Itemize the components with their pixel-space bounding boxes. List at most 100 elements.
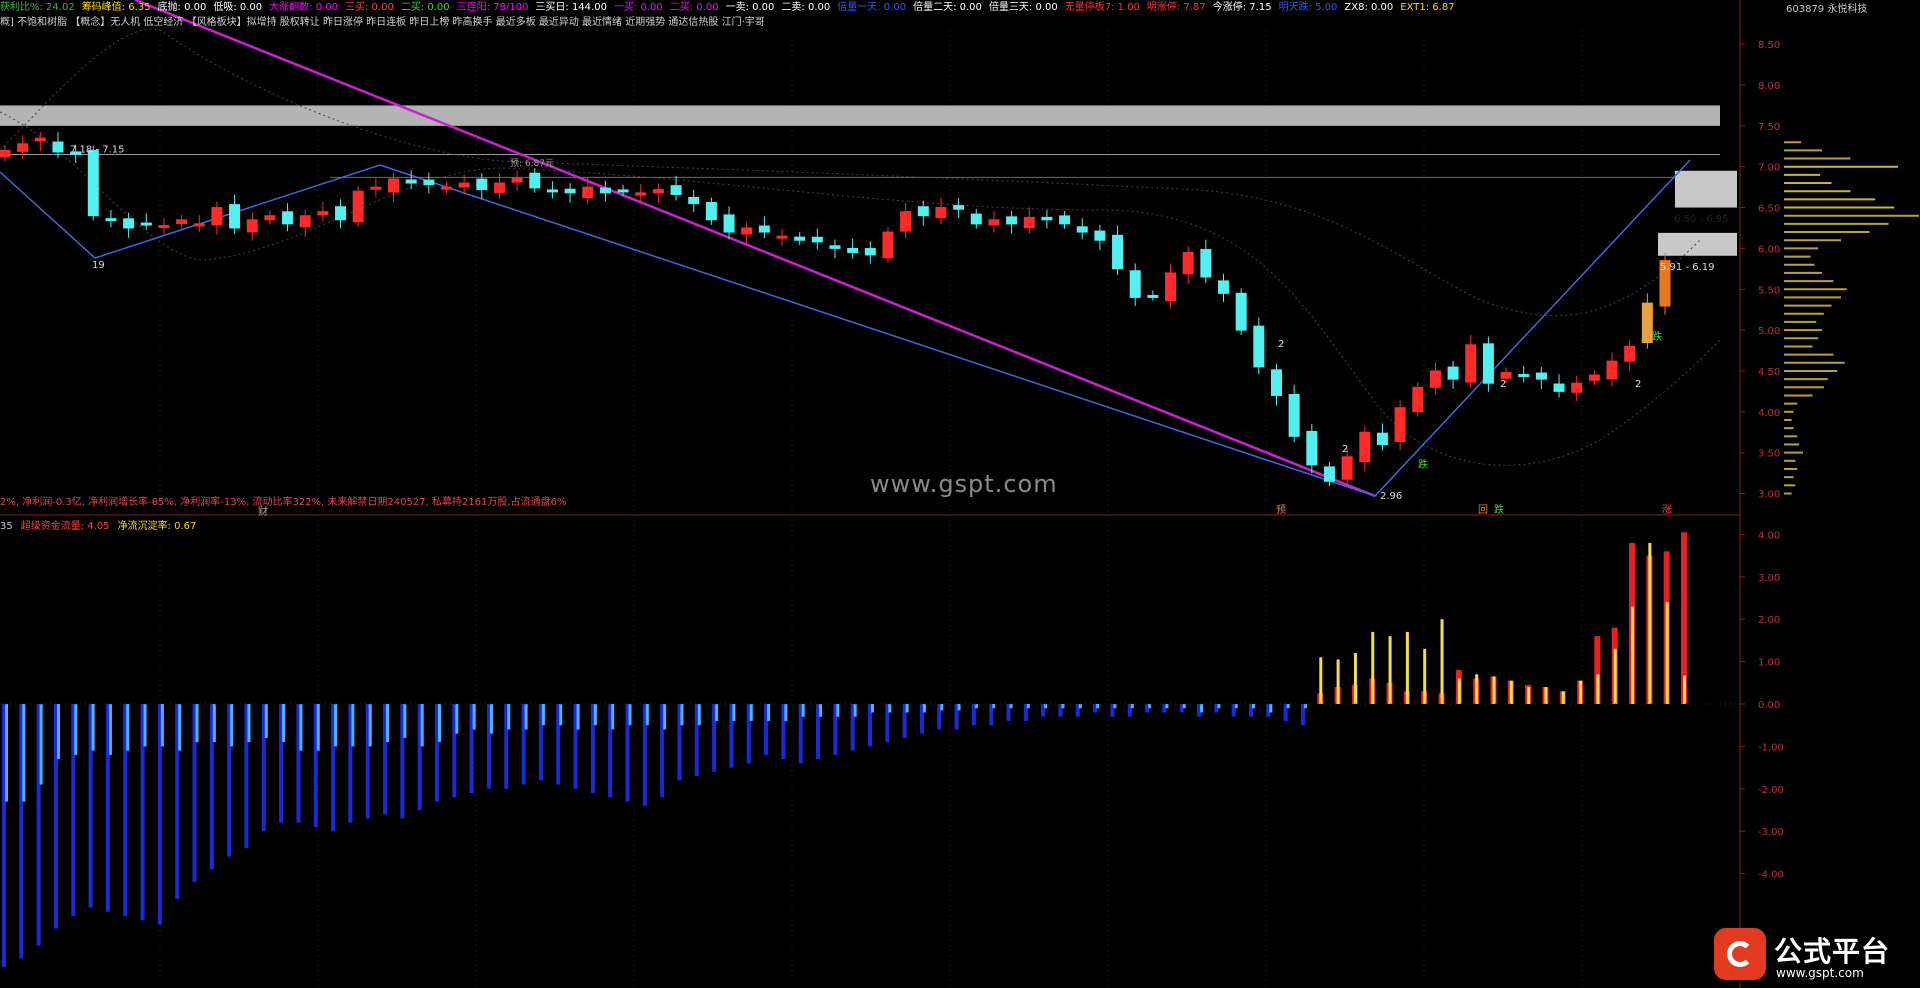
settle-bar	[767, 704, 771, 721]
gspt-logo-icon	[1714, 928, 1766, 980]
money-flow-bars[interactable]	[2, 532, 1687, 967]
candle-body	[582, 186, 594, 199]
settle-bar	[680, 704, 684, 726]
settle-bar	[420, 704, 424, 747]
settle-bar	[663, 704, 667, 730]
settle-bar	[1044, 704, 1048, 709]
settle-bar	[386, 704, 390, 743]
candle-body	[564, 188, 576, 194]
header-item: 筹码峰值: 6.35	[81, 2, 151, 13]
candle-body	[1465, 344, 1477, 383]
settle-bar	[230, 704, 234, 747]
pressure-bands	[0, 28, 1737, 466]
price-tick-label: 3.00	[1758, 490, 1780, 501]
settle-bar	[1200, 704, 1204, 713]
flow-tick-label: 1.00	[1758, 658, 1780, 669]
preview-label: 预: 6.87元	[510, 158, 554, 169]
marker-zhang: 涨	[1662, 504, 1672, 516]
upper-band	[0, 28, 1701, 316]
settle-bar	[455, 704, 459, 734]
zone-label: 5.91 - 6.19	[1660, 262, 1715, 273]
zone-label: 6.50 - 6.95	[1674, 214, 1729, 225]
settle-bar	[1475, 674, 1479, 704]
candle-body	[1394, 407, 1406, 443]
settle-bar	[39, 704, 43, 785]
header-item: 底抛: 0.00	[157, 2, 207, 13]
indicator2-item: 35	[0, 521, 13, 532]
settle-bar	[593, 704, 597, 726]
candle-body	[352, 190, 364, 223]
settle-bar	[749, 704, 753, 721]
candlesticks[interactable]	[0, 131, 1671, 487]
price-tick-label: 3.50	[1758, 449, 1780, 460]
settle-bar	[1130, 704, 1134, 709]
candle-body	[1200, 249, 1212, 278]
settle-bar	[1665, 602, 1669, 704]
settle-bar	[870, 704, 874, 713]
candle-body	[1306, 430, 1318, 466]
header-item: 低吸: 0.00	[213, 2, 263, 13]
stock-label: 603879 永悦科技	[1786, 4, 1868, 15]
candle-body	[1500, 372, 1512, 379]
header-item: ZX8: 0.00	[1344, 2, 1394, 13]
candle-body	[158, 225, 170, 229]
indicator2-item: 净流沉淀率: 0.67	[117, 521, 197, 532]
candle-body	[988, 219, 1000, 226]
candle-body	[546, 189, 558, 193]
settle-bar	[888, 704, 892, 713]
candle-body	[1253, 325, 1265, 368]
wave-label: 2	[1500, 379, 1506, 390]
header-item: 一买: 0.00	[613, 2, 663, 13]
settle-bar	[1336, 659, 1340, 704]
settle-bar	[1026, 704, 1030, 709]
candle-body	[1023, 216, 1035, 229]
settle-bar	[922, 704, 926, 713]
candle-body	[847, 247, 859, 253]
settle-bar	[1561, 691, 1565, 704]
candle-body	[1518, 374, 1530, 378]
candle-body	[529, 172, 541, 189]
candle-body	[317, 211, 329, 216]
candle-body	[229, 204, 241, 229]
settle-bar	[1319, 657, 1323, 704]
candle-body	[1412, 386, 1424, 413]
candle-body	[652, 189, 664, 194]
price-tick-label: 6.00	[1758, 244, 1780, 255]
price-tick-label: 4.00	[1758, 408, 1780, 419]
candle-body	[829, 245, 841, 249]
price-tick-label: 8.00	[1758, 81, 1780, 92]
settle-bar	[212, 704, 216, 743]
settle-bar	[91, 704, 95, 751]
settle-bar	[1269, 704, 1273, 713]
candle-body	[493, 182, 505, 194]
settle-bar	[195, 704, 199, 743]
candle-body	[34, 137, 46, 142]
candle-body	[935, 207, 947, 219]
flow-tick-label: -1.00	[1758, 742, 1784, 753]
flow-tick-label: 4.00	[1758, 530, 1780, 541]
trend-lines	[0, 0, 1691, 498]
candle-body	[882, 231, 894, 259]
candle-body	[1553, 383, 1565, 392]
settle-bar	[974, 704, 978, 709]
header-item: 一卖: 0.00	[725, 2, 775, 13]
candle-body	[176, 219, 188, 225]
header-item: 二买: 0.00	[400, 2, 450, 13]
settle-bar	[697, 704, 701, 726]
candle-body	[953, 205, 965, 210]
logo-title: 公式平台	[1774, 935, 1891, 968]
flow-tick-label: -2.00	[1758, 785, 1784, 796]
settle-bar	[178, 704, 182, 751]
watermark: www.gspt.com	[870, 470, 1058, 498]
zone-box	[1675, 170, 1737, 208]
settle-bar	[126, 704, 130, 751]
candle-body	[246, 219, 258, 233]
marker-die: 跌	[1494, 503, 1504, 516]
settle-bar	[56, 704, 60, 760]
candle-body	[1076, 226, 1088, 233]
candle-body	[1059, 215, 1071, 225]
settle-bar	[1631, 606, 1635, 704]
gspt-logo[interactable]: 公式平台 www.gspt.com	[1714, 928, 1920, 988]
candle-body	[476, 178, 488, 191]
settle-bar	[1596, 674, 1600, 704]
